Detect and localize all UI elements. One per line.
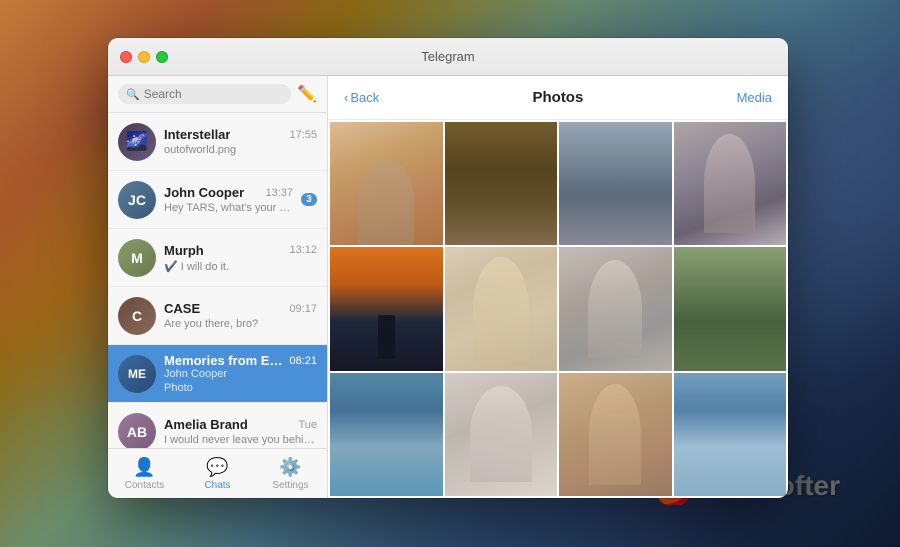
chat-time-john-cooper: 13:37 xyxy=(265,187,293,199)
photo-cell-5[interactable] xyxy=(330,247,443,370)
chat-item-memories[interactable]: ME Memories from Earth 08:21 John Cooper… xyxy=(108,345,327,403)
chat-item-murph[interactable]: M Murph 13:12 ✔️ I will do it. xyxy=(108,229,327,287)
chat-name-interstellar: Interstellar xyxy=(164,127,230,142)
traffic-lights xyxy=(120,51,168,63)
chat-name-memories: Memories from Earth xyxy=(164,353,285,368)
chats-icon: 💬 xyxy=(206,457,228,478)
window-title: Telegram xyxy=(421,49,474,64)
chat-time-amelia: Tue xyxy=(298,419,317,431)
sidebar: 🔍 ✏️ 🌌 Interstellar 17:55 xyxy=(108,76,328,498)
contacts-icon: 👤 xyxy=(133,457,155,478)
compose-icon[interactable]: ✏️ xyxy=(297,84,317,104)
tab-settings[interactable]: ⚙️ Settings xyxy=(254,449,327,498)
tab-chats[interactable]: 💬 Chats xyxy=(181,449,254,498)
main-content: ‹ Back Photos Media xyxy=(328,76,788,498)
chat-item-amelia[interactable]: AB Amelia Brand Tue I would never leave … xyxy=(108,403,327,448)
media-button[interactable]: Media xyxy=(737,90,772,105)
window-body: 🔍 ✏️ 🌌 Interstellar 17:55 xyxy=(108,76,788,498)
back-label: Back xyxy=(350,90,379,105)
avatar-memories: ME xyxy=(118,355,156,393)
close-button[interactable] xyxy=(120,51,132,63)
badge-john-cooper: 3 xyxy=(301,193,317,206)
chat-info-case: CASE 09:17 Are you there, bro? xyxy=(164,301,317,330)
chat-time-interstellar: 17:55 xyxy=(289,129,317,141)
chat-preview-interstellar: outofworld.png xyxy=(164,144,317,156)
chat-time-case: 09:17 xyxy=(289,303,317,315)
avatar-murph: M xyxy=(118,239,156,277)
chat-name-amelia: Amelia Brand xyxy=(164,417,248,432)
chevron-left-icon: ‹ xyxy=(344,90,348,105)
tab-contacts[interactable]: 👤 Contacts xyxy=(108,449,181,498)
content-title: Photos xyxy=(379,89,736,106)
chat-item-case[interactable]: C CASE 09:17 Are you there, bro? xyxy=(108,287,327,345)
maximize-button[interactable] xyxy=(156,51,168,63)
titlebar: Telegram xyxy=(108,38,788,76)
chat-info-john-cooper: John Cooper 13:37 Hey TARS, what's your … xyxy=(164,185,293,214)
chat-item-john-cooper[interactable]: JC John Cooper 13:37 Hey TARS, what's yo… xyxy=(108,171,327,229)
photo-cell-12[interactable] xyxy=(674,373,787,496)
app-window: Telegram 🔍 ✏️ 🌌 xyxy=(108,38,788,498)
photo-grid xyxy=(328,120,788,498)
tab-label-chats: Chats xyxy=(204,480,230,491)
avatar-case: C xyxy=(118,297,156,335)
chat-subname-memories: John Cooper xyxy=(164,368,317,380)
photo-cell-3[interactable] xyxy=(559,122,672,245)
content-header: ‹ Back Photos Media xyxy=(328,76,788,120)
chat-preview-murph: ✔️ I will do it. xyxy=(164,260,317,273)
chat-info-memories: Memories from Earth 08:21 John Cooper Ph… xyxy=(164,353,317,394)
avatar-amelia: AB xyxy=(118,413,156,449)
chat-time-murph: 13:12 xyxy=(289,244,317,256)
search-icon: 🔍 xyxy=(126,88,140,101)
photo-cell-10[interactable] xyxy=(445,373,558,496)
chat-preview-case: Are you there, bro? xyxy=(164,318,317,330)
chat-item-interstellar[interactable]: 🌌 Interstellar 17:55 outofworld.png xyxy=(108,113,327,171)
chat-name-case: CASE xyxy=(164,301,200,316)
chat-info-murph: Murph 13:12 ✔️ I will do it. xyxy=(164,243,317,273)
sidebar-tabs: 👤 Contacts 💬 Chats ⚙️ Settings xyxy=(108,448,327,498)
photo-cell-4[interactable] xyxy=(674,122,787,245)
photo-cell-9[interactable] xyxy=(330,373,443,496)
chat-info-interstellar: Interstellar 17:55 outofworld.png xyxy=(164,127,317,156)
avatar-interstellar: 🌌 xyxy=(118,123,156,161)
chat-time-memories: 08:21 xyxy=(289,355,317,367)
search-input[interactable] xyxy=(144,87,283,101)
chat-name-john-cooper: John Cooper xyxy=(164,185,244,200)
chat-name-murph: Murph xyxy=(164,243,204,258)
chat-preview-memories: Photo xyxy=(164,382,317,394)
photo-cell-7[interactable] xyxy=(559,247,672,370)
tab-label-settings: Settings xyxy=(272,480,308,491)
chat-list: 🌌 Interstellar 17:55 outofworld.png JC xyxy=(108,113,327,448)
tab-label-contacts: Contacts xyxy=(125,480,164,491)
settings-icon: ⚙️ xyxy=(279,457,301,478)
chat-preview-amelia: I would never leave you behind... TARS xyxy=(164,434,317,446)
photo-cell-1[interactable] xyxy=(330,122,443,245)
photo-cell-2[interactable] xyxy=(445,122,558,245)
photo-cell-11[interactable] xyxy=(559,373,672,496)
minimize-button[interactable] xyxy=(138,51,150,63)
chat-info-amelia: Amelia Brand Tue I would never leave you… xyxy=(164,417,317,446)
search-bar: 🔍 ✏️ xyxy=(108,76,327,113)
photo-cell-6[interactable] xyxy=(445,247,558,370)
photo-cell-8[interactable] xyxy=(674,247,787,370)
back-button[interactable]: ‹ Back xyxy=(344,90,379,105)
chat-preview-john-cooper: Hey TARS, what's your honesty parameter? xyxy=(164,202,293,214)
avatar-john-cooper: JC xyxy=(118,181,156,219)
search-input-wrap[interactable]: 🔍 xyxy=(118,84,291,104)
